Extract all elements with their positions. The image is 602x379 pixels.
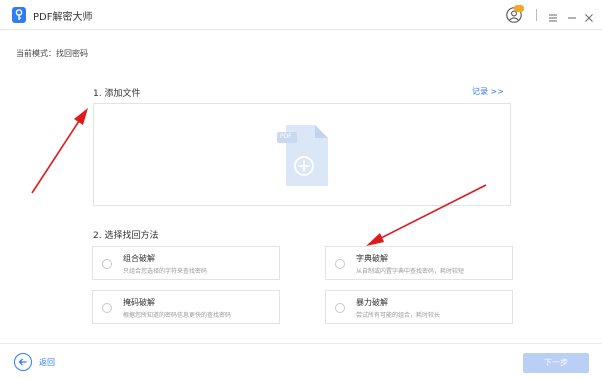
minimize-icon[interactable] (566, 9, 578, 21)
arrow-to-drop-area (31, 108, 88, 194)
method-section-title: 2. 选择找回方法 (93, 231, 159, 241)
method-option-brute-force[interactable]: 暴力破解 尝试所有可能的组合，耗时较长 (325, 290, 513, 324)
method-description: 根据您所知道的密码信息更快的查找密码 (123, 312, 232, 319)
footer-divider (0, 343, 602, 344)
add-file-section-title: 1. 添加文件 (93, 89, 141, 99)
titlebar-divider (536, 9, 537, 21)
vip-badge-icon (514, 5, 524, 12)
method-title: 掩码破解 (123, 298, 155, 307)
method-description: 尝试所有可能的组合，耗时较长 (356, 312, 441, 319)
app-title: PDF解密大师 (33, 12, 93, 23)
method-option-dictionary[interactable]: 字典破解 从自制或内置字典中查找密码，耗时较短 (325, 246, 513, 280)
key-logo-icon (12, 7, 26, 23)
method-description: 从自制或内置字典中查找密码，耗时较短 (356, 268, 465, 275)
method-title: 字典破解 (356, 254, 388, 263)
back-button[interactable]: 返回 (39, 357, 55, 368)
radio-button[interactable] (102, 303, 112, 313)
method-title: 暴力破解 (356, 298, 388, 307)
method-option-combination[interactable]: 组合破解 只组合您选择的字符来查找密码 (92, 246, 280, 280)
radio-button[interactable] (102, 259, 112, 269)
radio-button[interactable] (335, 259, 345, 269)
title-bar: PDF解密大师 (0, 0, 602, 30)
next-step-button[interactable]: 下一步 (523, 353, 589, 373)
method-description: 只组合您选择的字符来查找密码 (123, 268, 208, 275)
method-title: 组合破解 (123, 254, 155, 263)
radio-button[interactable] (335, 303, 345, 313)
menu-icon[interactable] (547, 9, 559, 22)
add-pdf-file-icon[interactable]: PDF (277, 124, 329, 187)
method-option-mask[interactable]: 掩码破解 根据您所知道的密码信息更快的查找密码 (92, 290, 280, 324)
back-arrow-icon[interactable] (14, 353, 32, 371)
current-mode-label: 当前模式：找回密码 (16, 49, 88, 58)
close-icon[interactable] (583, 9, 595, 22)
pdf-badge-label: PDF (280, 133, 292, 140)
record-link[interactable]: 记录 >> (472, 86, 504, 97)
